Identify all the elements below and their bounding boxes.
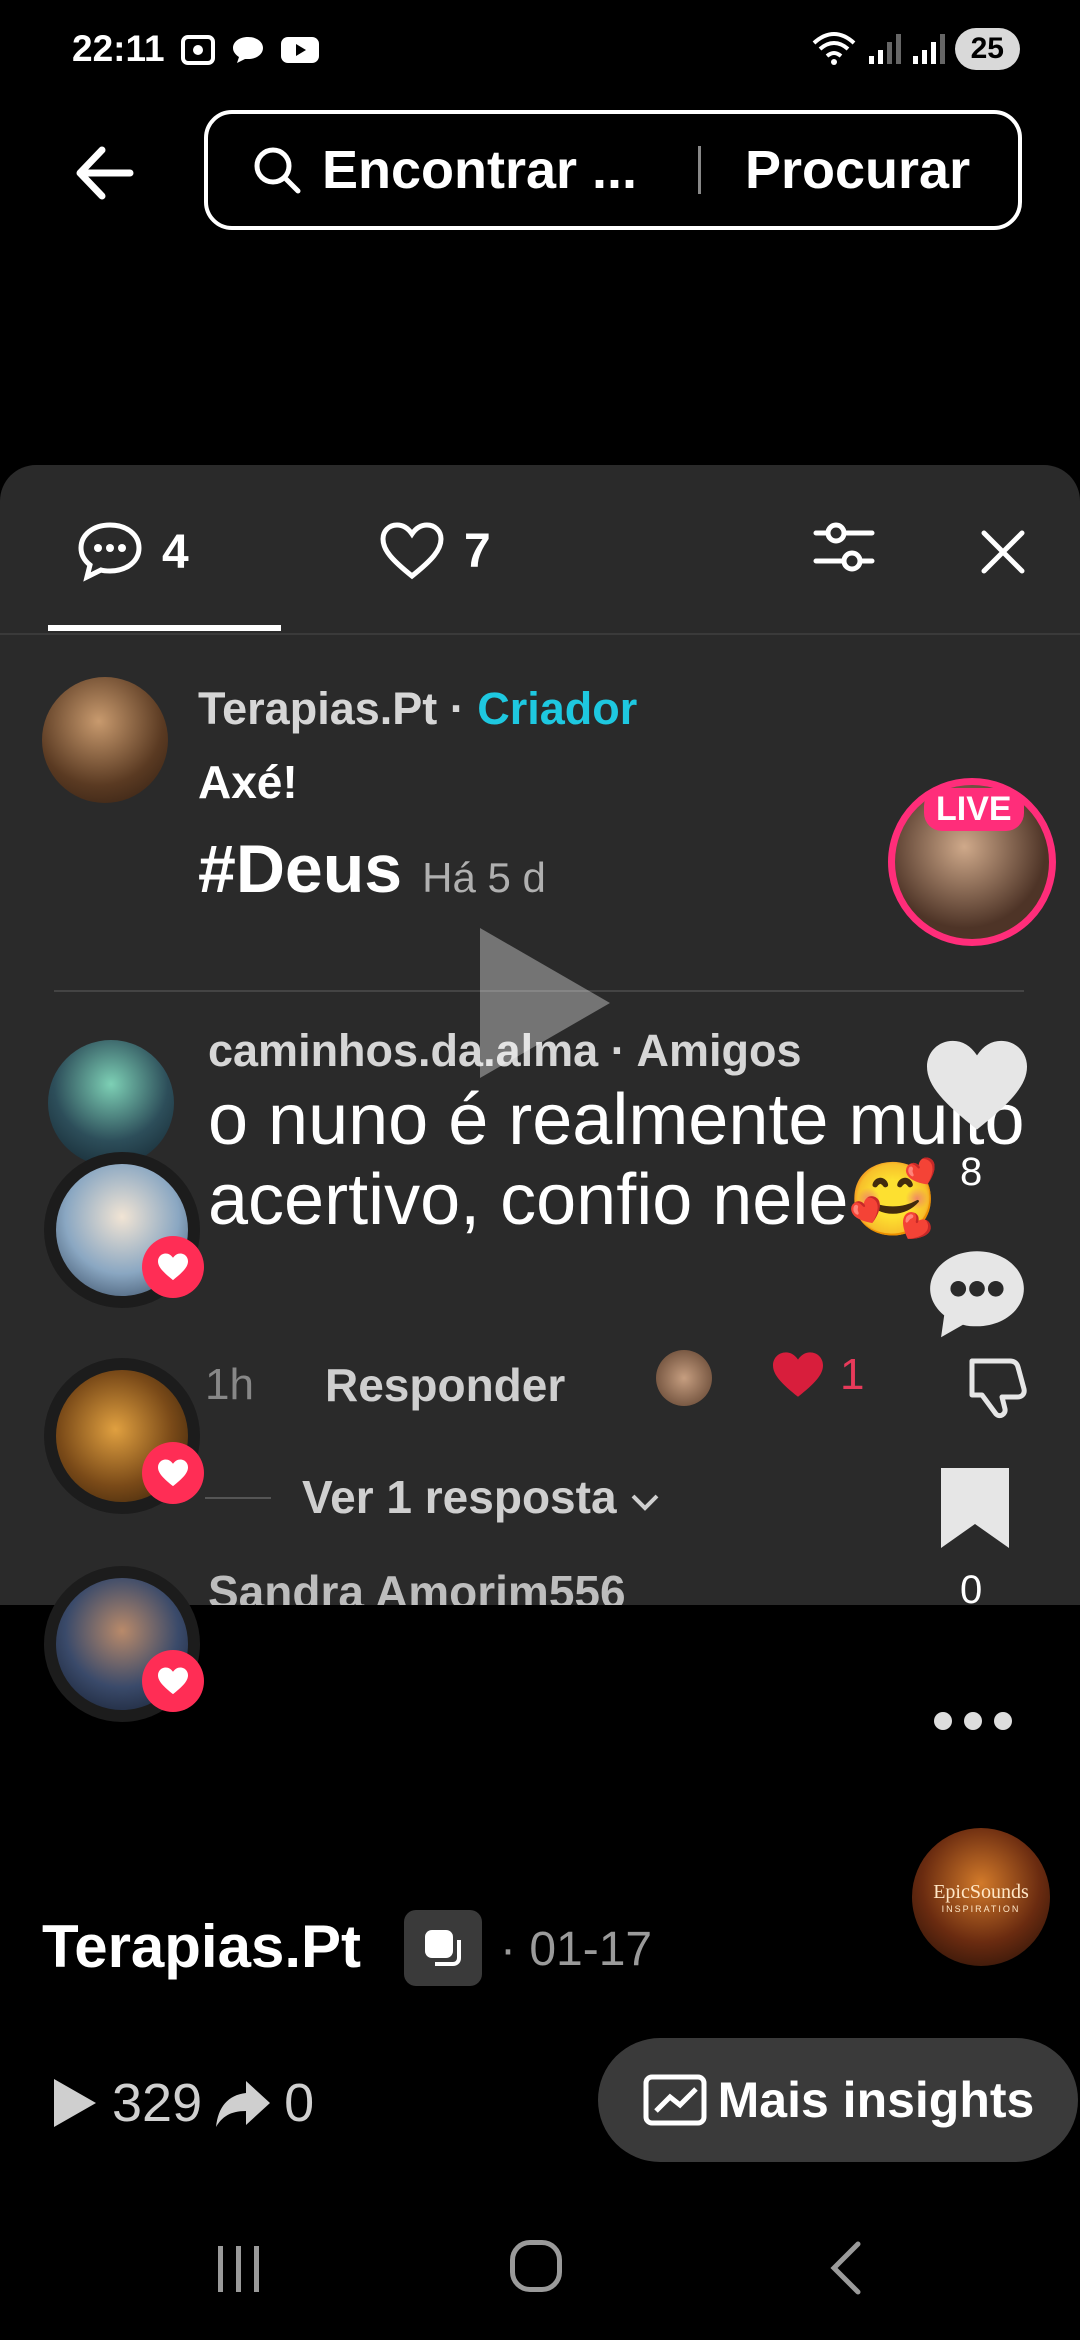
video-like-count: 8 — [960, 1150, 983, 1194]
live-badge: LIVE — [924, 788, 1024, 831]
status-notification-icons — [180, 34, 320, 66]
liker-avatar[interactable] — [44, 1358, 204, 1514]
search-bar[interactable]: Encontrar ... Procurar — [204, 110, 1022, 230]
signal-icon — [868, 34, 901, 64]
tabs-divider — [0, 633, 1080, 635]
chevron-down-icon — [631, 1494, 659, 1511]
creator-badge: Criador — [477, 683, 638, 734]
hashtag-link[interactable]: #Deus — [198, 831, 402, 907]
comment-like-count: 1 — [840, 1350, 865, 1399]
liker-avatar[interactable] — [44, 1152, 204, 1308]
play-icon[interactable] — [470, 918, 620, 1088]
share-count: 0 — [284, 2073, 315, 2133]
back-nav-icon[interactable] — [826, 2238, 866, 2298]
like-badge — [142, 1236, 204, 1298]
comment-hashtag-line: #Deus Há 5 d — [198, 830, 546, 908]
like-count: 7 — [464, 524, 491, 578]
heart-icon — [158, 1459, 188, 1487]
search-divider — [698, 146, 701, 194]
wifi-icon — [812, 32, 855, 65]
reply-button[interactable]: Responder — [325, 1358, 565, 1412]
search-icon — [254, 147, 301, 194]
share-icon — [216, 2081, 271, 2127]
battery-level: 25 — [954, 28, 1020, 70]
youtube-icon — [281, 37, 319, 63]
search-button[interactable]: Procurar — [745, 139, 970, 201]
copy-icon — [425, 1930, 461, 1966]
screenshot-icon — [181, 35, 215, 65]
play-count: 329 — [112, 2073, 203, 2133]
more-insights-button[interactable]: Mais insights — [598, 2038, 1078, 2162]
comment-time: Há 5 d — [422, 854, 546, 901]
heart-icon — [380, 522, 444, 580]
comment-author-line: Terapias.Pt · Criador — [198, 683, 637, 735]
chat-icon — [233, 37, 263, 63]
view-replies-label: Ver 1 resposta — [302, 1471, 617, 1523]
commenter-avatar[interactable] — [48, 1040, 174, 1166]
more-options-icon[interactable] — [934, 1712, 1012, 1730]
search-input[interactable]: Encontrar ... — [322, 139, 698, 201]
creator-avatar[interactable] — [42, 677, 168, 803]
comment-author[interactable]: Terapias.Pt — [198, 683, 437, 734]
post-author[interactable]: Terapias.Pt — [42, 1912, 361, 1981]
comments-icon[interactable] — [922, 1245, 1032, 1345]
liker-avatar[interactable] — [44, 1566, 204, 1722]
status-system-icons: 25 — [811, 28, 1020, 70]
heart-icon — [158, 1253, 188, 1281]
bookmark-icon[interactable] — [935, 1462, 1015, 1554]
more-insights-label: Mais insights — [717, 2072, 1035, 2128]
comment-count: 4 — [162, 525, 189, 579]
heart-filled-icon — [773, 1352, 823, 1397]
comment-time: 1h — [205, 1360, 254, 1409]
filter-icon[interactable] — [812, 517, 876, 577]
like-video-icon[interactable] — [922, 1036, 1032, 1136]
author-separator: · — [437, 683, 478, 734]
friend-badge: Amigos — [636, 1025, 802, 1076]
like-badge — [142, 1650, 204, 1712]
status-time: 22:11 — [72, 28, 165, 69]
music-subtitle: INSPIRATION — [941, 1903, 1021, 1914]
signal-icon-2 — [912, 34, 945, 64]
dislike-icon[interactable] — [962, 1355, 1032, 1419]
post-stats: 329 0 — [48, 2072, 314, 2134]
music-title: EpicSounds — [933, 1880, 1029, 1903]
bookmark-count: 0 — [960, 1568, 983, 1612]
tab-comments[interactable]: 4 — [76, 520, 189, 584]
close-icon[interactable] — [978, 527, 1028, 577]
comment-text: Axé! — [198, 756, 298, 808]
tab-likes[interactable]: 7 — [378, 520, 491, 582]
comment-icon — [78, 522, 142, 582]
active-tab-indicator — [48, 625, 281, 631]
comment-like-button[interactable]: 1 — [770, 1350, 864, 1400]
like-badge — [142, 1442, 204, 1504]
post-date: · 01-17 — [500, 1923, 653, 1976]
insights-chart-icon — [643, 2074, 707, 2126]
play-count-icon — [54, 2079, 96, 2127]
home-button-icon[interactable] — [510, 2240, 562, 2292]
next-comment-author[interactable]: Sandra Amorim556 — [208, 1565, 626, 1605]
creator-liked-avatar — [656, 1350, 712, 1406]
back-arrow-icon[interactable] — [70, 138, 140, 208]
replies-line — [205, 1497, 271, 1499]
caption-copy-icon[interactable] — [404, 1910, 482, 1986]
heart-icon — [158, 1667, 188, 1695]
recent-apps-icon[interactable] — [214, 2242, 264, 2296]
view-replies-button[interactable]: Ver 1 resposta — [302, 1470, 661, 1524]
music-disc[interactable]: EpicSounds INSPIRATION — [912, 1828, 1050, 1966]
